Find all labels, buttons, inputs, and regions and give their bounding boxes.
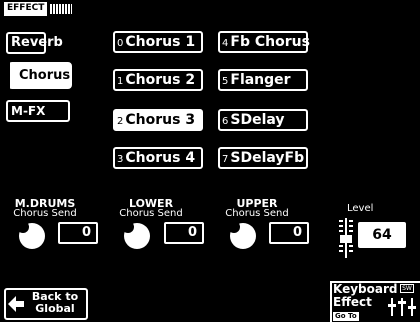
back-to-global-label: Back to Global bbox=[24, 291, 86, 315]
chorus-type-button-1[interactable]: 1 Chorus 2 bbox=[113, 69, 203, 91]
type-label: Chorus 1 bbox=[125, 34, 196, 50]
type-label: Flanger bbox=[230, 72, 291, 88]
tab-chorus[interactable]: Chorus bbox=[8, 62, 72, 89]
tab-reverb[interactable]: Reverb bbox=[6, 32, 63, 54]
type-label: Chorus 2 bbox=[125, 72, 196, 88]
type-number: 7 bbox=[222, 154, 229, 165]
lower-send-knob[interactable] bbox=[122, 221, 150, 249]
type-number: 4 bbox=[222, 38, 229, 49]
type-number: 3 bbox=[117, 154, 124, 165]
tab-selection-marker bbox=[8, 62, 13, 89]
back-arrow-icon bbox=[8, 296, 24, 312]
chorus-type-button-3[interactable]: 3 Chorus 4 bbox=[113, 147, 203, 169]
screen-header: EFFECT bbox=[4, 2, 73, 16]
send-subtitle-lower: Chorus Send bbox=[119, 208, 183, 219]
back-label-line2: Global bbox=[35, 302, 75, 315]
send-subtitle-mdrums: Chorus Send bbox=[13, 208, 77, 219]
mdrums-send-value[interactable]: 0 bbox=[58, 222, 98, 244]
tab-mfx[interactable]: M-FX bbox=[6, 100, 70, 122]
chorus-type-button-4[interactable]: 4 Fb Chorus bbox=[218, 31, 310, 53]
screen-title: EFFECT bbox=[4, 2, 48, 16]
type-number: 2 bbox=[117, 116, 124, 127]
type-label: Fb Chorus bbox=[230, 34, 310, 50]
upper-send-knob[interactable] bbox=[228, 221, 256, 249]
upper-send-value[interactable]: 0 bbox=[269, 222, 309, 244]
type-number: 6 bbox=[222, 116, 229, 127]
chorus-type-button-2[interactable]: 2 Chorus 3 bbox=[113, 109, 203, 131]
lower-send-value[interactable]: 0 bbox=[164, 222, 204, 244]
type-number: 0 bbox=[117, 38, 124, 49]
chorus-type-button-0[interactable]: 0 Chorus 1 bbox=[113, 31, 203, 53]
mdrums-send-knob[interactable] bbox=[17, 221, 45, 249]
chorus-type-button-7[interactable]: 7 SDelayFb bbox=[218, 147, 308, 169]
type-label: Chorus 3 bbox=[125, 112, 196, 128]
keyboard-icon bbox=[50, 4, 73, 14]
level-label: Level bbox=[347, 203, 374, 214]
level-value[interactable]: 64 bbox=[358, 222, 406, 248]
switch-icon: SW bbox=[400, 284, 414, 293]
type-number: 5 bbox=[222, 76, 229, 87]
send-subtitle-upper: Chorus Send bbox=[225, 208, 289, 219]
goto-badge: Go To bbox=[333, 312, 359, 321]
type-label: SDelayFb bbox=[230, 150, 305, 166]
chorus-type-button-6[interactable]: 6 SDelay bbox=[218, 109, 308, 131]
chorus-type-button-5[interactable]: 5 Flanger bbox=[218, 69, 308, 91]
type-number: 1 bbox=[117, 76, 124, 87]
level-fader-icon[interactable] bbox=[338, 218, 354, 258]
type-label: SDelay bbox=[230, 112, 285, 128]
sliders-icon bbox=[388, 298, 416, 316]
type-label: Chorus 4 bbox=[125, 150, 196, 166]
